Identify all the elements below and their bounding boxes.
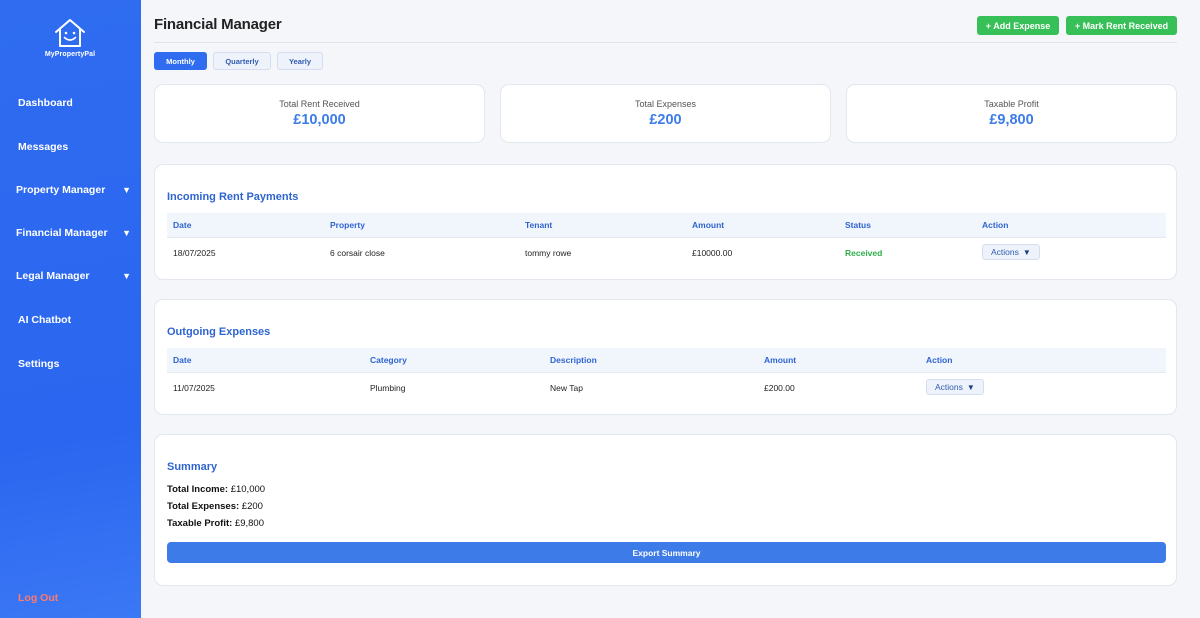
app-logo[interactable]: MyPropertyPal [40, 17, 100, 58]
cell-amount: £10000.00 [692, 248, 733, 258]
expenses-table: Date Category Description Amount Action … [167, 348, 1166, 402]
stat-value: £9,800 [989, 112, 1034, 128]
summary-label: Total Expenses: [167, 501, 240, 512]
sidebar-item-financial-manager[interactable]: Financial Manager ▼ [0, 223, 141, 243]
chevron-down-icon: ▼ [122, 271, 131, 281]
summary-value: £9,800 [234, 518, 264, 529]
sidebar-item-property-manager[interactable]: Property Manager ▼ [0, 180, 141, 200]
status-badge: Received [845, 248, 883, 258]
column-header: Amount [764, 355, 797, 365]
sidebar-item-label: Property Manager [16, 184, 106, 196]
column-header: Date [173, 220, 192, 230]
column-header: Action [982, 220, 1009, 230]
sidebar-item-legal-manager[interactable]: Legal Manager ▼ [0, 266, 141, 286]
summary-value: £10,000 [230, 484, 266, 495]
caret-down-icon: ▼ [1022, 247, 1031, 257]
page-title: Financial Manager [154, 16, 282, 33]
cell-date: 11/07/2025 [173, 383, 215, 393]
cell-description: New Tap [550, 383, 583, 393]
logo-text: MyPropertyPal [44, 51, 96, 58]
actions-label: Actions [935, 382, 963, 392]
column-header: Property [330, 220, 365, 230]
summary-value: £200 [241, 501, 263, 512]
add-expense-button[interactable]: + Add Expense [977, 16, 1059, 35]
cell-category: Plumbing [370, 383, 406, 393]
sidebar-item-label: Dashboard [18, 97, 73, 109]
sidebar-item-messages[interactable]: Messages [0, 137, 141, 157]
table-header: Date Property Tenant Amount Status Actio… [167, 213, 1166, 238]
sidebar-item-label: AI Chatbot [18, 314, 72, 326]
summary-label: Total Income: [167, 484, 229, 495]
summary-taxable-profit: Taxable Profit: £9,800 [167, 518, 264, 529]
summary-label: Taxable Profit: [167, 518, 233, 529]
table-row: 18/07/2025 6 corsair close tommy rowe £1… [167, 238, 1166, 267]
scrollbar[interactable] [1191, 0, 1200, 618]
summary-total-income: Total Income: £10,000 [167, 484, 265, 495]
cell-tenant: tommy rowe [525, 248, 572, 258]
summary-total-expenses: Total Expenses: £200 [167, 501, 263, 512]
stat-label: Total Rent Received [279, 99, 360, 109]
stat-value: £200 [649, 112, 682, 128]
column-header: Status [845, 220, 871, 230]
column-header: Action [926, 355, 953, 365]
rent-payments-table: Date Property Tenant Amount Status Actio… [167, 213, 1166, 267]
sidebar-item-label: Financial Manager [16, 227, 108, 239]
table-row: 11/07/2025 Plumbing New Tap £200.00 Acti… [167, 373, 1166, 402]
summary-title: Summary [167, 461, 218, 473]
stat-card-total-rent: Total Rent Received £10,000 [154, 84, 485, 143]
sidebar: MyPropertyPal Dashboard Messages Propert… [0, 0, 141, 618]
period-tab-yearly[interactable]: Yearly [277, 52, 323, 70]
actions-dropdown-button[interactable]: Actions ▼ [982, 244, 1040, 260]
mark-rent-received-button[interactable]: + Mark Rent Received [1066, 16, 1177, 35]
column-header: Amount [692, 220, 725, 230]
chevron-down-icon: ▼ [122, 185, 131, 195]
sidebar-item-dashboard[interactable]: Dashboard [0, 93, 141, 113]
caret-down-icon: ▼ [966, 382, 975, 392]
expenses-panel: Outgoing Expenses Date Category Descript… [154, 299, 1177, 415]
house-smiley-icon [55, 19, 85, 47]
stat-label: Total Expenses [634, 99, 697, 109]
stat-card-total-expenses: Total Expenses £200 [500, 84, 831, 143]
period-tab-quarterly[interactable]: Quarterly [213, 52, 271, 70]
logout-link[interactable]: Log Out [18, 592, 58, 604]
chevron-down-icon: ▼ [122, 228, 131, 238]
stat-label: Taxable Profit [984, 99, 1039, 109]
expenses-title: Outgoing Expenses [167, 326, 271, 338]
sidebar-item-settings[interactable]: Settings [0, 354, 141, 374]
actions-label: Actions [991, 247, 1019, 257]
export-summary-button[interactable]: Export Summary [167, 542, 1166, 563]
column-header: Date [173, 355, 192, 365]
header-divider [154, 42, 1177, 43]
cell-date: 18/07/2025 [173, 248, 216, 258]
main-content: Financial Manager + Add Expense + Mark R… [141, 0, 1200, 618]
sidebar-item-label: Legal Manager [16, 270, 90, 282]
column-header: Tenant [525, 220, 553, 230]
cell-property: 6 corsair close [330, 248, 385, 258]
stat-card-taxable-profit: Taxable Profit £9,800 [846, 84, 1177, 143]
table-header: Date Category Description Amount Action [167, 348, 1166, 373]
period-tab-monthly[interactable]: Monthly [154, 52, 207, 70]
actions-dropdown-button[interactable]: Actions ▼ [926, 379, 984, 395]
sidebar-item-ai-chatbot[interactable]: AI Chatbot [0, 310, 141, 330]
stat-value: £10,000 [293, 112, 346, 128]
summary-panel: Summary Total Income: £10,000 Total Expe… [154, 434, 1177, 586]
sidebar-item-label: Settings [18, 358, 60, 370]
rent-payments-title: Incoming Rent Payments [167, 191, 299, 203]
sidebar-item-label: Messages [18, 141, 69, 153]
column-header: Category [370, 355, 407, 365]
rent-payments-panel: Incoming Rent Payments Date Property Ten… [154, 164, 1177, 280]
column-header: Description [550, 355, 597, 365]
cell-amount: £200.00 [764, 383, 795, 393]
